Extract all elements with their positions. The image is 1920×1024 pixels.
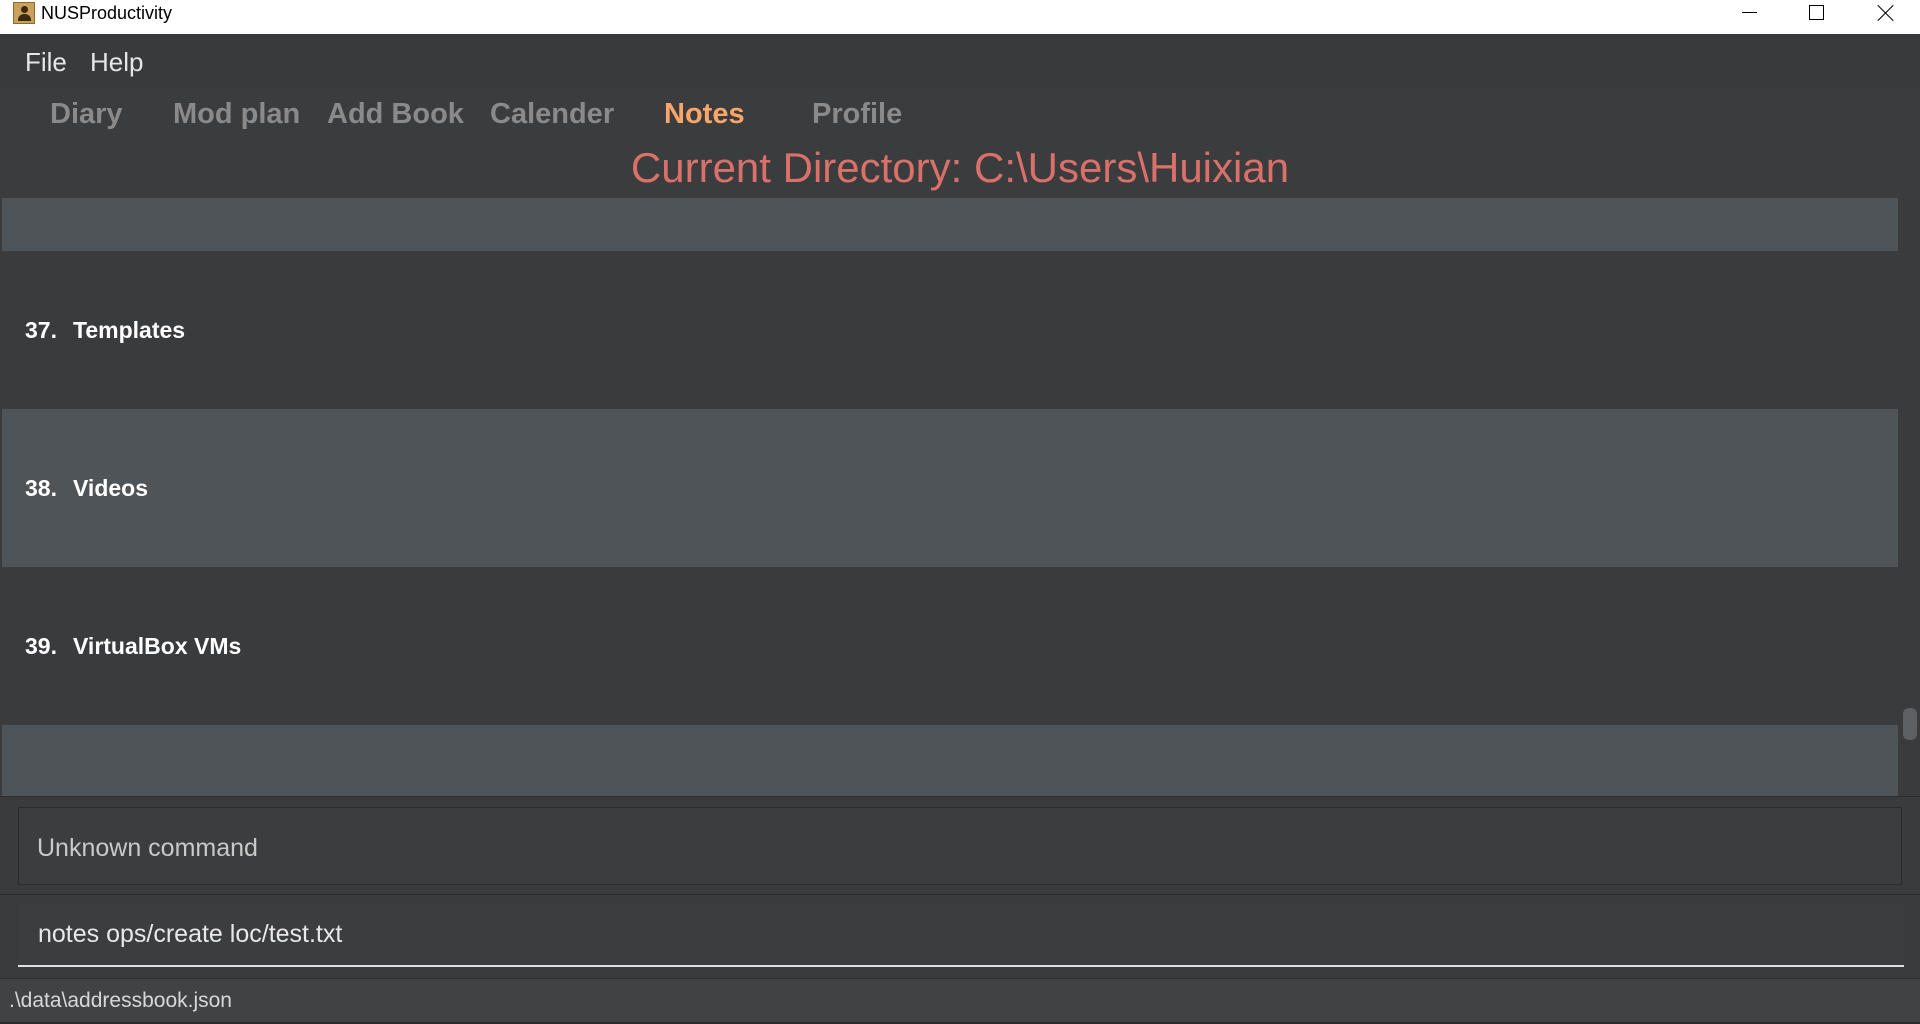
list-item-name: Videos xyxy=(73,475,148,501)
tab-profile[interactable]: Profile xyxy=(812,98,902,131)
list-item[interactable]: 39. VirtualBox VMs xyxy=(2,567,1898,725)
menu-help[interactable]: Help xyxy=(90,47,143,78)
title-bar: NUSProductivity xyxy=(0,0,1920,34)
tab-header: Diary Mod plan Add Book Calender Notes P… xyxy=(0,88,1920,198)
tab-strip: Diary Mod plan Add Book Calender Notes P… xyxy=(0,98,1920,134)
list-item-index: 39. xyxy=(25,633,57,659)
tab-notes[interactable]: Notes xyxy=(664,98,745,131)
status-bar: .\data\addressbook.json xyxy=(0,978,1920,1024)
command-input[interactable] xyxy=(18,903,1904,967)
list-item[interactable] xyxy=(2,725,1898,796)
tab-diary[interactable]: Diary xyxy=(50,98,123,131)
list-item-index: 38. xyxy=(25,475,57,501)
list-item[interactable]: 37. Templates xyxy=(2,251,1898,409)
current-directory: Current Directory: C:\Users\Huixian xyxy=(630,144,1290,191)
scrollbar-thumb[interactable] xyxy=(1903,708,1917,740)
list-item-name: VirtualBox VMs xyxy=(73,633,242,659)
minimize-icon[interactable] xyxy=(1713,0,1783,34)
result-box: Unknown command xyxy=(18,807,1902,885)
list-item[interactable] xyxy=(2,198,1898,251)
command-area xyxy=(0,894,1920,979)
menu-file[interactable]: File xyxy=(25,47,67,78)
list-scrollbar[interactable] xyxy=(1898,198,1920,796)
menu-bar: File Help xyxy=(0,34,1920,89)
status-file-path: .\data\addressbook.json xyxy=(9,989,232,1012)
maximize-icon[interactable] xyxy=(1781,0,1851,34)
result-message: Unknown command xyxy=(37,834,258,862)
list-item[interactable]: 38. Videos xyxy=(2,409,1898,567)
app-person-icon xyxy=(13,2,35,24)
notes-list[interactable]: 37. Templates 38. Videos 39. VirtualBox … xyxy=(2,198,1898,796)
close-icon[interactable] xyxy=(1851,0,1920,34)
list-item-name: Templates xyxy=(73,317,186,343)
window-title: NUSProductivity xyxy=(41,3,173,23)
tab-calender[interactable]: Calender xyxy=(490,98,614,131)
list-item-index: 37. xyxy=(25,317,57,343)
tab-mod-plan[interactable]: Mod plan xyxy=(173,98,300,131)
result-display: Unknown command xyxy=(0,796,1920,895)
tab-add-book[interactable]: Add Book xyxy=(327,98,464,131)
app-window: NUSProductivity File Help Diary Mod plan… xyxy=(0,0,1920,1024)
